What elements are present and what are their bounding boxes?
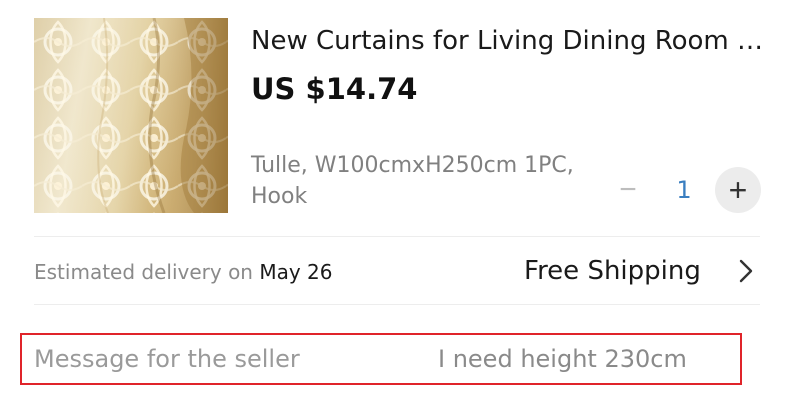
product-price: US $14.74 bbox=[251, 72, 418, 106]
message-for-seller-input[interactable] bbox=[430, 340, 730, 378]
curtain-product-image bbox=[34, 18, 228, 213]
decrease-quantity-button[interactable]: − bbox=[605, 170, 651, 210]
chevron-right-icon[interactable] bbox=[736, 258, 756, 284]
product-variant[interactable]: Tulle, W100cmxH250cm 1PC, Hook bbox=[251, 150, 581, 212]
divider bbox=[34, 304, 760, 305]
delivery-date: May 26 bbox=[259, 260, 333, 284]
increase-quantity-button[interactable]: + bbox=[715, 167, 761, 213]
delivery-estimate: Estimated delivery on May 26 bbox=[34, 258, 333, 286]
divider bbox=[34, 236, 760, 237]
quantity-value: 1 bbox=[676, 176, 692, 204]
shipping-option[interactable]: Free Shipping bbox=[524, 254, 701, 288]
message-label: Message for the seller bbox=[34, 345, 300, 373]
product-image[interactable] bbox=[34, 18, 228, 213]
delivery-label: Estimated delivery on bbox=[34, 260, 253, 284]
product-title[interactable]: New Curtains for Living Dining Room B... bbox=[251, 24, 771, 58]
